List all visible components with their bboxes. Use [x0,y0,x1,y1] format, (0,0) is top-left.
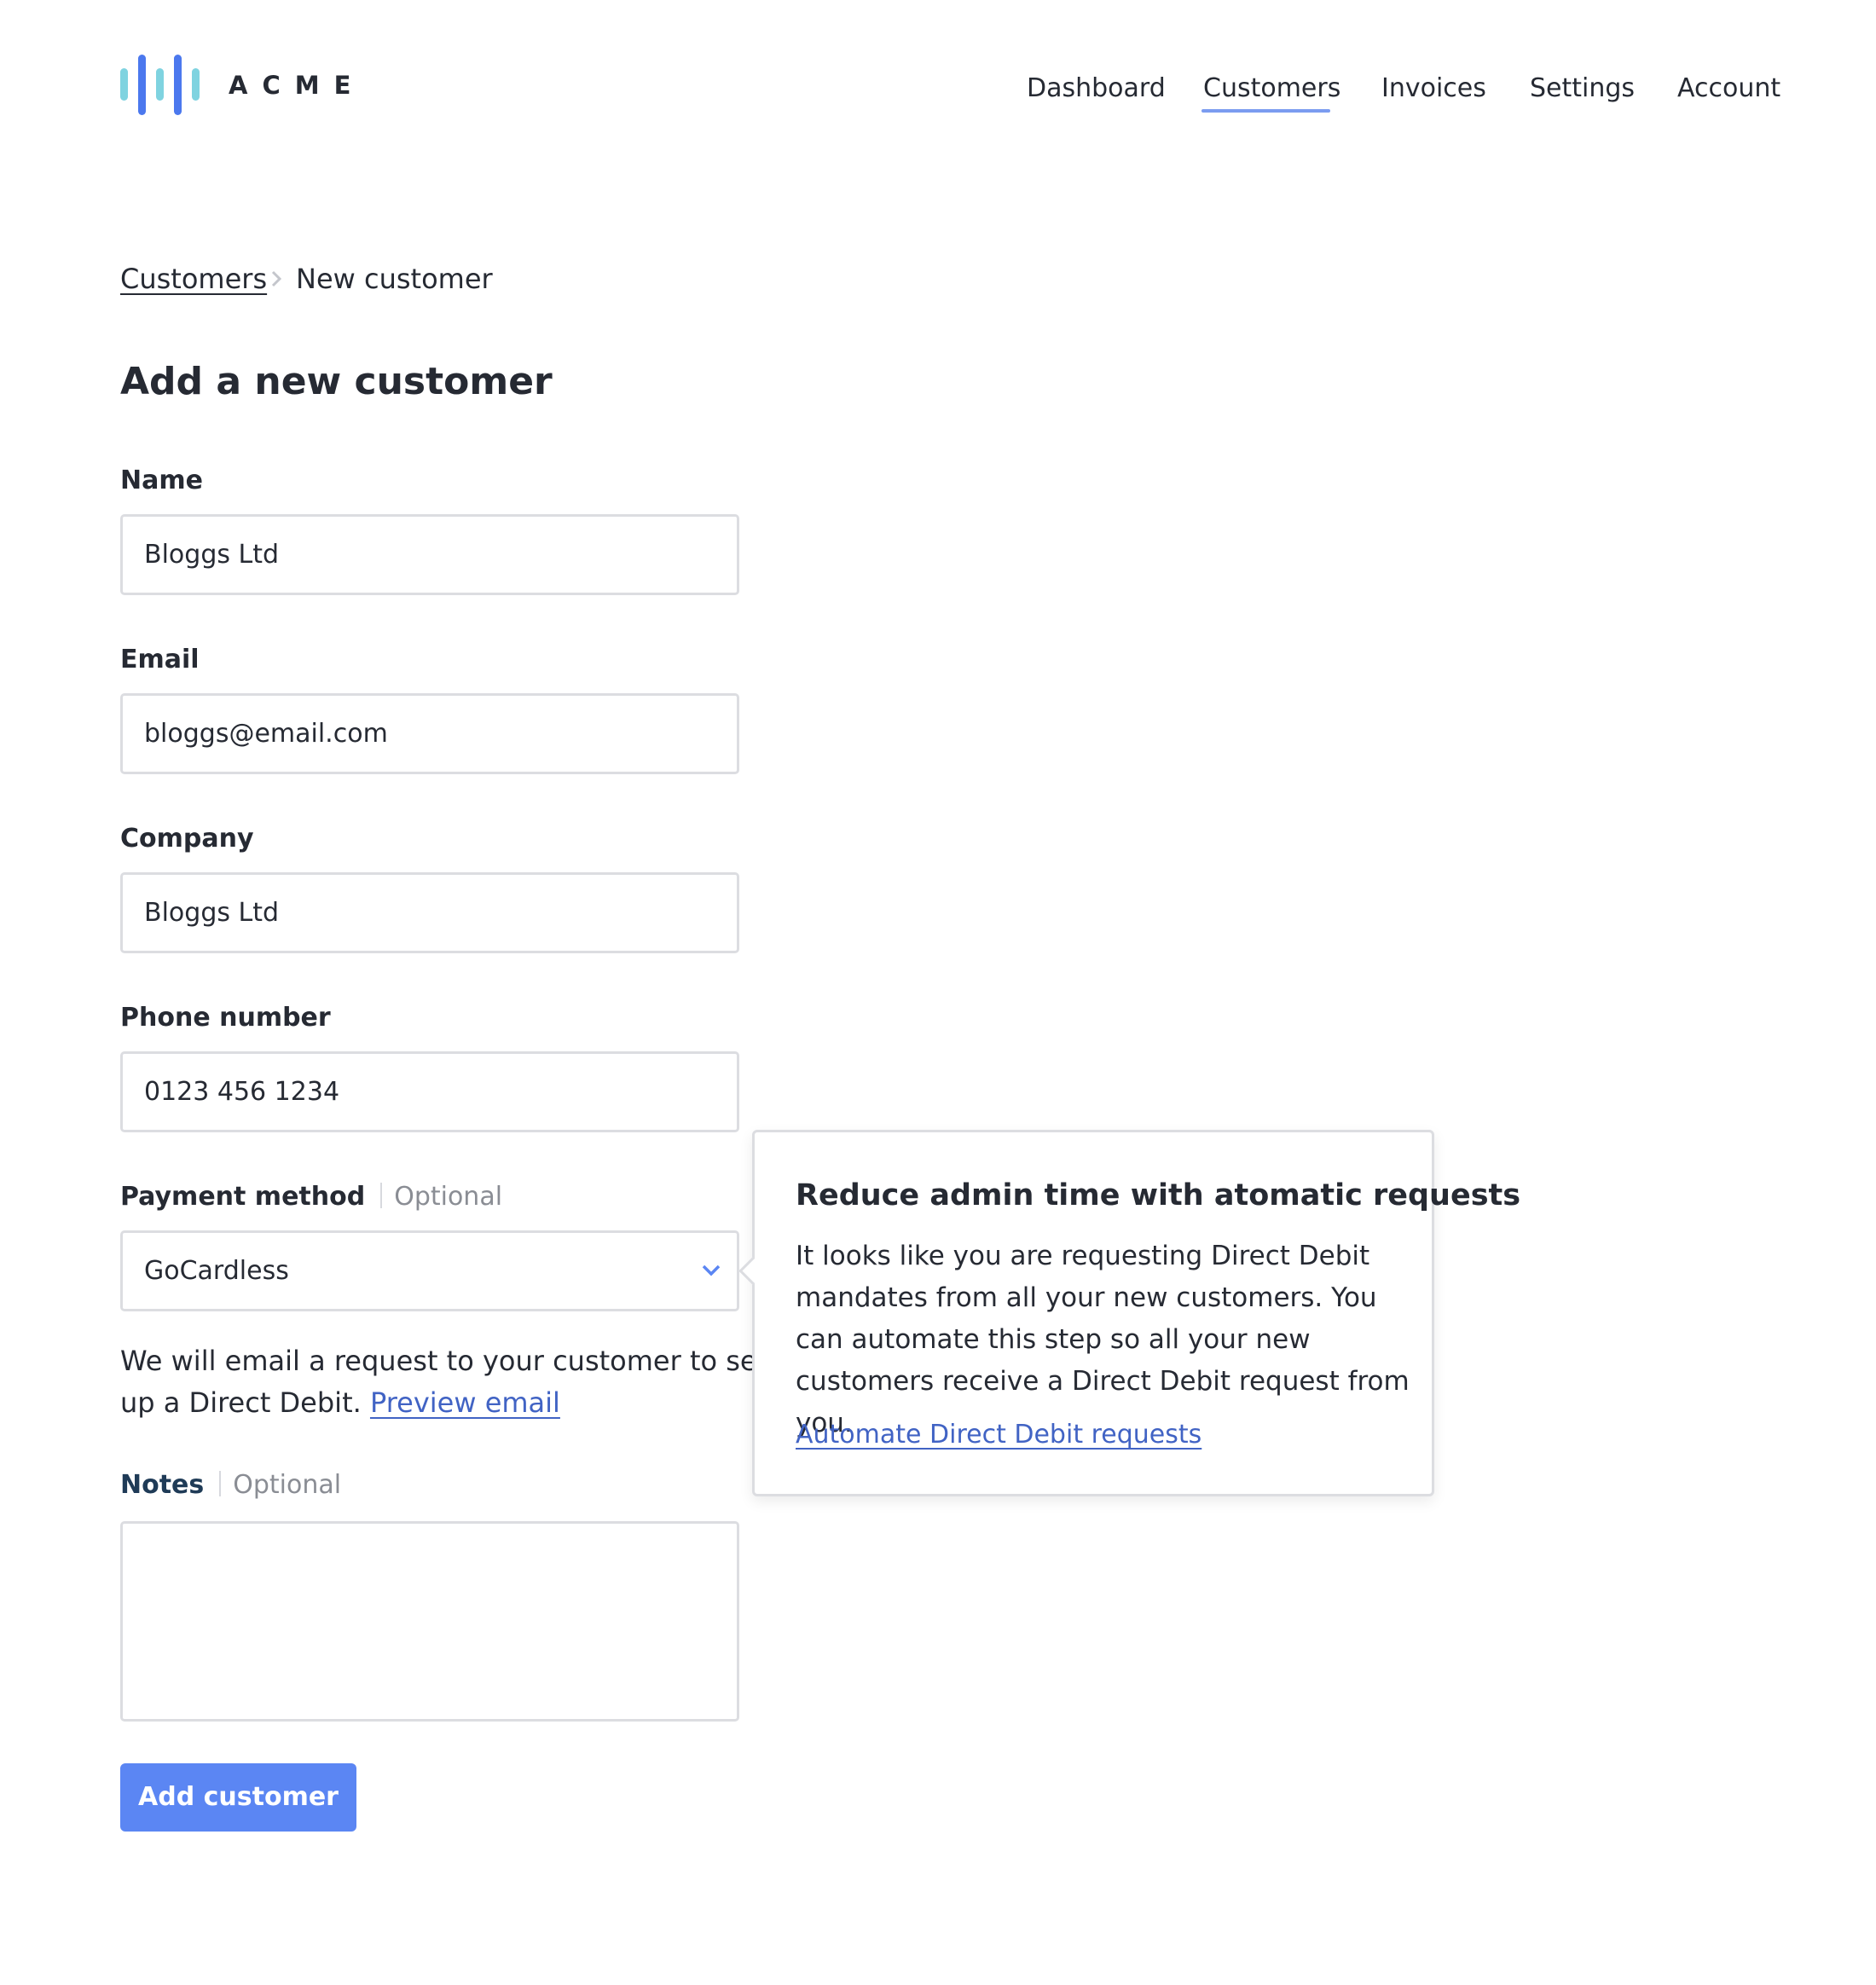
nav-active-underline [1201,109,1330,113]
payment-method-value: GoCardless [144,1256,289,1286]
nav-account[interactable]: Account [1677,72,1780,106]
name-label: Name [120,466,203,495]
name-input[interactable]: Bloggs Ltd [120,514,739,595]
page-title: Add a new customer [120,360,553,403]
add-customer-button[interactable]: Add customer [120,1763,356,1832]
nav-invoices[interactable]: Invoices [1381,72,1486,106]
nav-dashboard[interactable]: Dashboard [1027,72,1166,106]
logo-text: ACME [229,71,366,100]
notes-label: Notes Optional [120,1469,341,1502]
nav-settings[interactable]: Settings [1530,72,1635,106]
chevron-down-icon [702,1264,721,1276]
company-input[interactable]: Bloggs Ltd [120,872,739,953]
payment-method-label-text: Payment method [120,1182,366,1212]
notes-textarea[interactable] [120,1521,739,1722]
nav-customers[interactable]: Customers [1203,72,1340,106]
optional-divider [219,1471,222,1496]
phone-input[interactable]: 0123 456 1234 [120,1051,739,1132]
company-label: Company [120,824,254,854]
popover-body: It looks like you are requesting Direct … [796,1241,1410,1438]
payment-helper-text: We will email a request to your customer… [120,1340,768,1424]
email-input[interactable]: bloggs@email.com [120,693,739,774]
notes-optional: Optional [233,1470,342,1500]
breadcrumb-current: New customer [296,263,493,295]
payment-method-optional: Optional [394,1182,503,1212]
chevron-right-icon [271,270,282,287]
optional-divider [380,1183,383,1208]
preview-email-link[interactable]: Preview email [370,1386,560,1419]
breadcrumb-customers-link[interactable]: Customers [120,262,267,296]
popover-title: Reduce admin time with atomatic requests [796,1178,1521,1212]
phone-label: Phone number [120,1003,331,1033]
acme-logo-icon[interactable] [120,55,201,115]
automate-direct-debit-link[interactable]: Automate Direct Debit requests [796,1419,1201,1451]
payment-method-select[interactable]: GoCardless [120,1230,739,1311]
email-label: Email [120,645,200,674]
notes-label-text: Notes [120,1470,205,1500]
payment-method-label: Payment method Optional [120,1181,502,1213]
